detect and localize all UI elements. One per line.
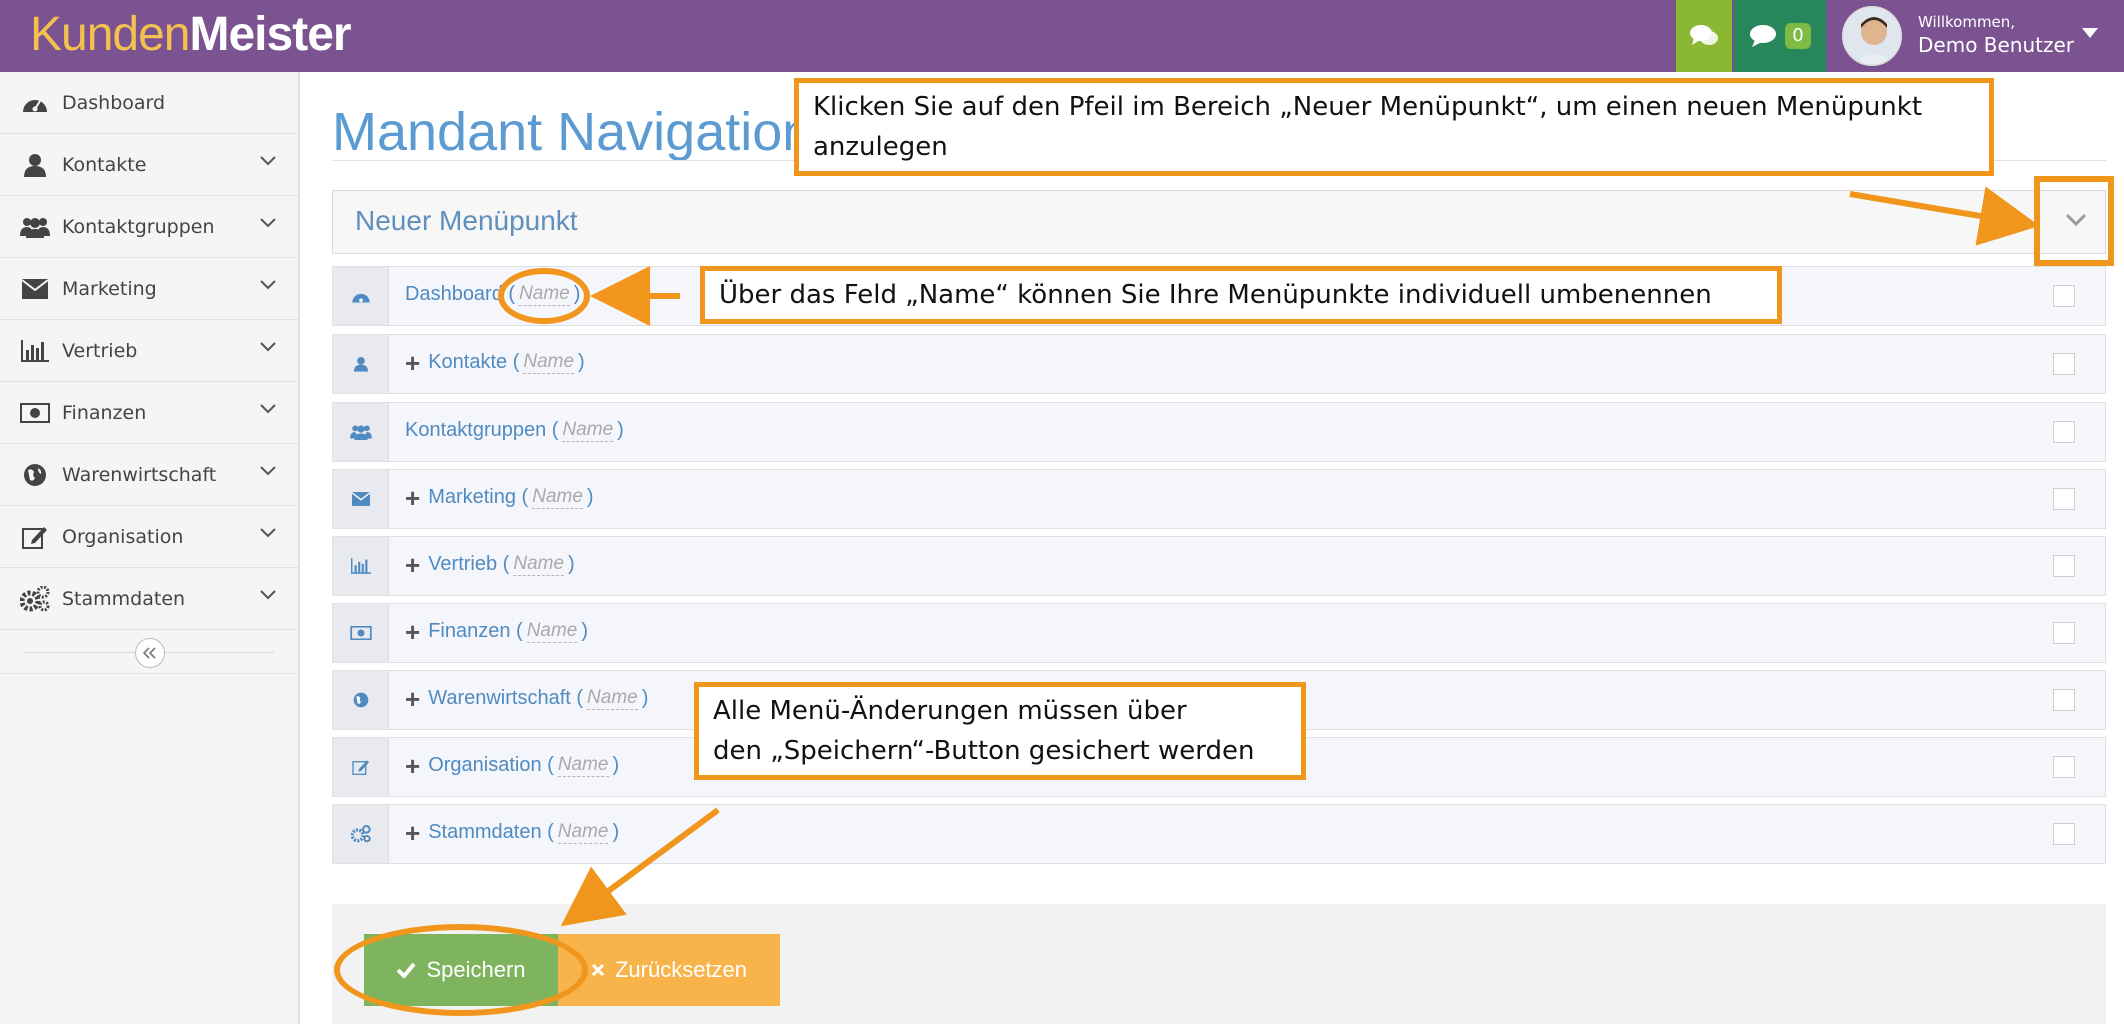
- arrow-to-save-button: [560, 807, 720, 927]
- tutorial-arrows: [560, 186, 2040, 927]
- arrow-to-new-item: [1849, 186, 2040, 246]
